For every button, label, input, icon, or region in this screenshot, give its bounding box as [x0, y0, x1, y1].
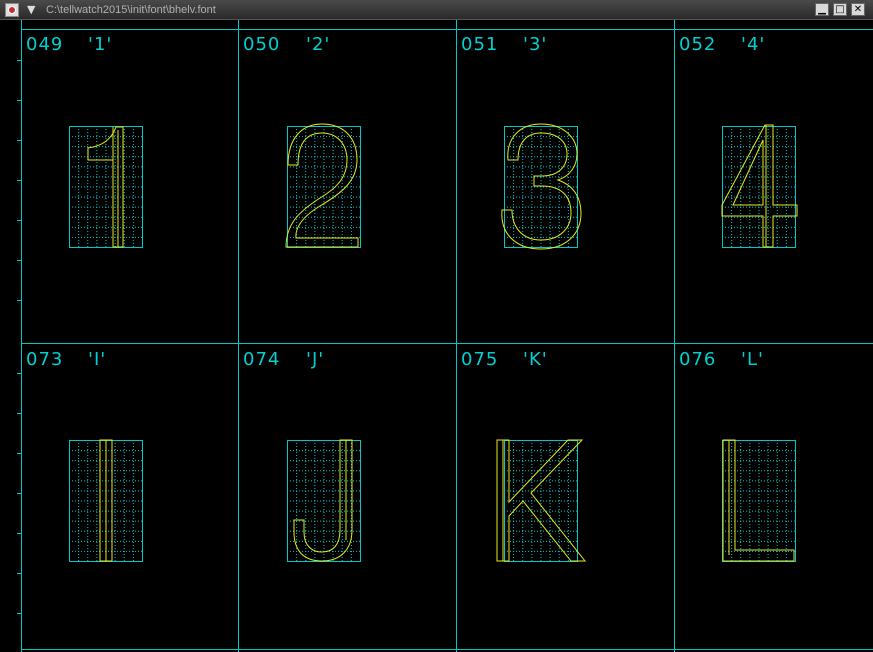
- glyph-outlines: [87, 123, 798, 562]
- glyph-code-052: 052: [679, 34, 716, 55]
- left-ruler: [17, 60, 21, 614]
- glyph-grid-052: [722, 126, 796, 248]
- glyph-char-073: 'I': [88, 349, 106, 370]
- glyph-code-051: 051: [461, 34, 498, 55]
- glyph-code-074: 074: [243, 349, 280, 370]
- glyph-char-075: 'K': [523, 349, 548, 370]
- close-button[interactable]: ✕: [851, 3, 865, 16]
- glyph-code-076: 076: [679, 349, 716, 370]
- glyph-char-074: 'J': [306, 349, 324, 370]
- glyph-grid-049: [69, 126, 143, 248]
- glyph-char-052: '4': [741, 34, 765, 55]
- title-bar[interactable]: ▼ C:\tellwatch2015\init\font\bhelv.font …: [0, 0, 873, 20]
- window-title: C:\tellwatch2015\init\font\bhelv.font: [46, 4, 216, 16]
- window-menu-arrow-icon[interactable]: ▼: [27, 4, 35, 16]
- glyph-code-049: 049: [26, 34, 63, 55]
- glyph-grid-076: [722, 440, 796, 562]
- cell-borders: [21, 20, 873, 652]
- glyph-code-075: 075: [461, 349, 498, 370]
- glyph-char-076: 'L': [741, 349, 764, 370]
- glyph-grid-051: [504, 126, 578, 248]
- font-editor-window: ▼ C:\tellwatch2015\init\font\bhelv.font …: [0, 0, 873, 652]
- glyph-grid-075: [504, 440, 578, 562]
- glyph-char-051: '3': [523, 34, 547, 55]
- glyph-grid-050: [287, 126, 361, 248]
- minimize-button[interactable]: ▁: [815, 3, 829, 16]
- glyph-code-073: 073: [26, 349, 63, 370]
- glyph-canvas[interactable]: 049 '1' 050 '2' 051 '3' 052 '4' 073 'I' …: [0, 20, 873, 652]
- maximize-button[interactable]: □: [833, 3, 847, 16]
- glyph-labels: 049 '1' 050 '2' 051 '3' 052 '4' 073 'I' …: [26, 34, 765, 370]
- glyph-code-050: 050: [243, 34, 280, 55]
- app-icon[interactable]: [5, 3, 19, 17]
- glyph-char-050: '2': [306, 34, 330, 55]
- glyph-char-049: '1': [88, 34, 112, 55]
